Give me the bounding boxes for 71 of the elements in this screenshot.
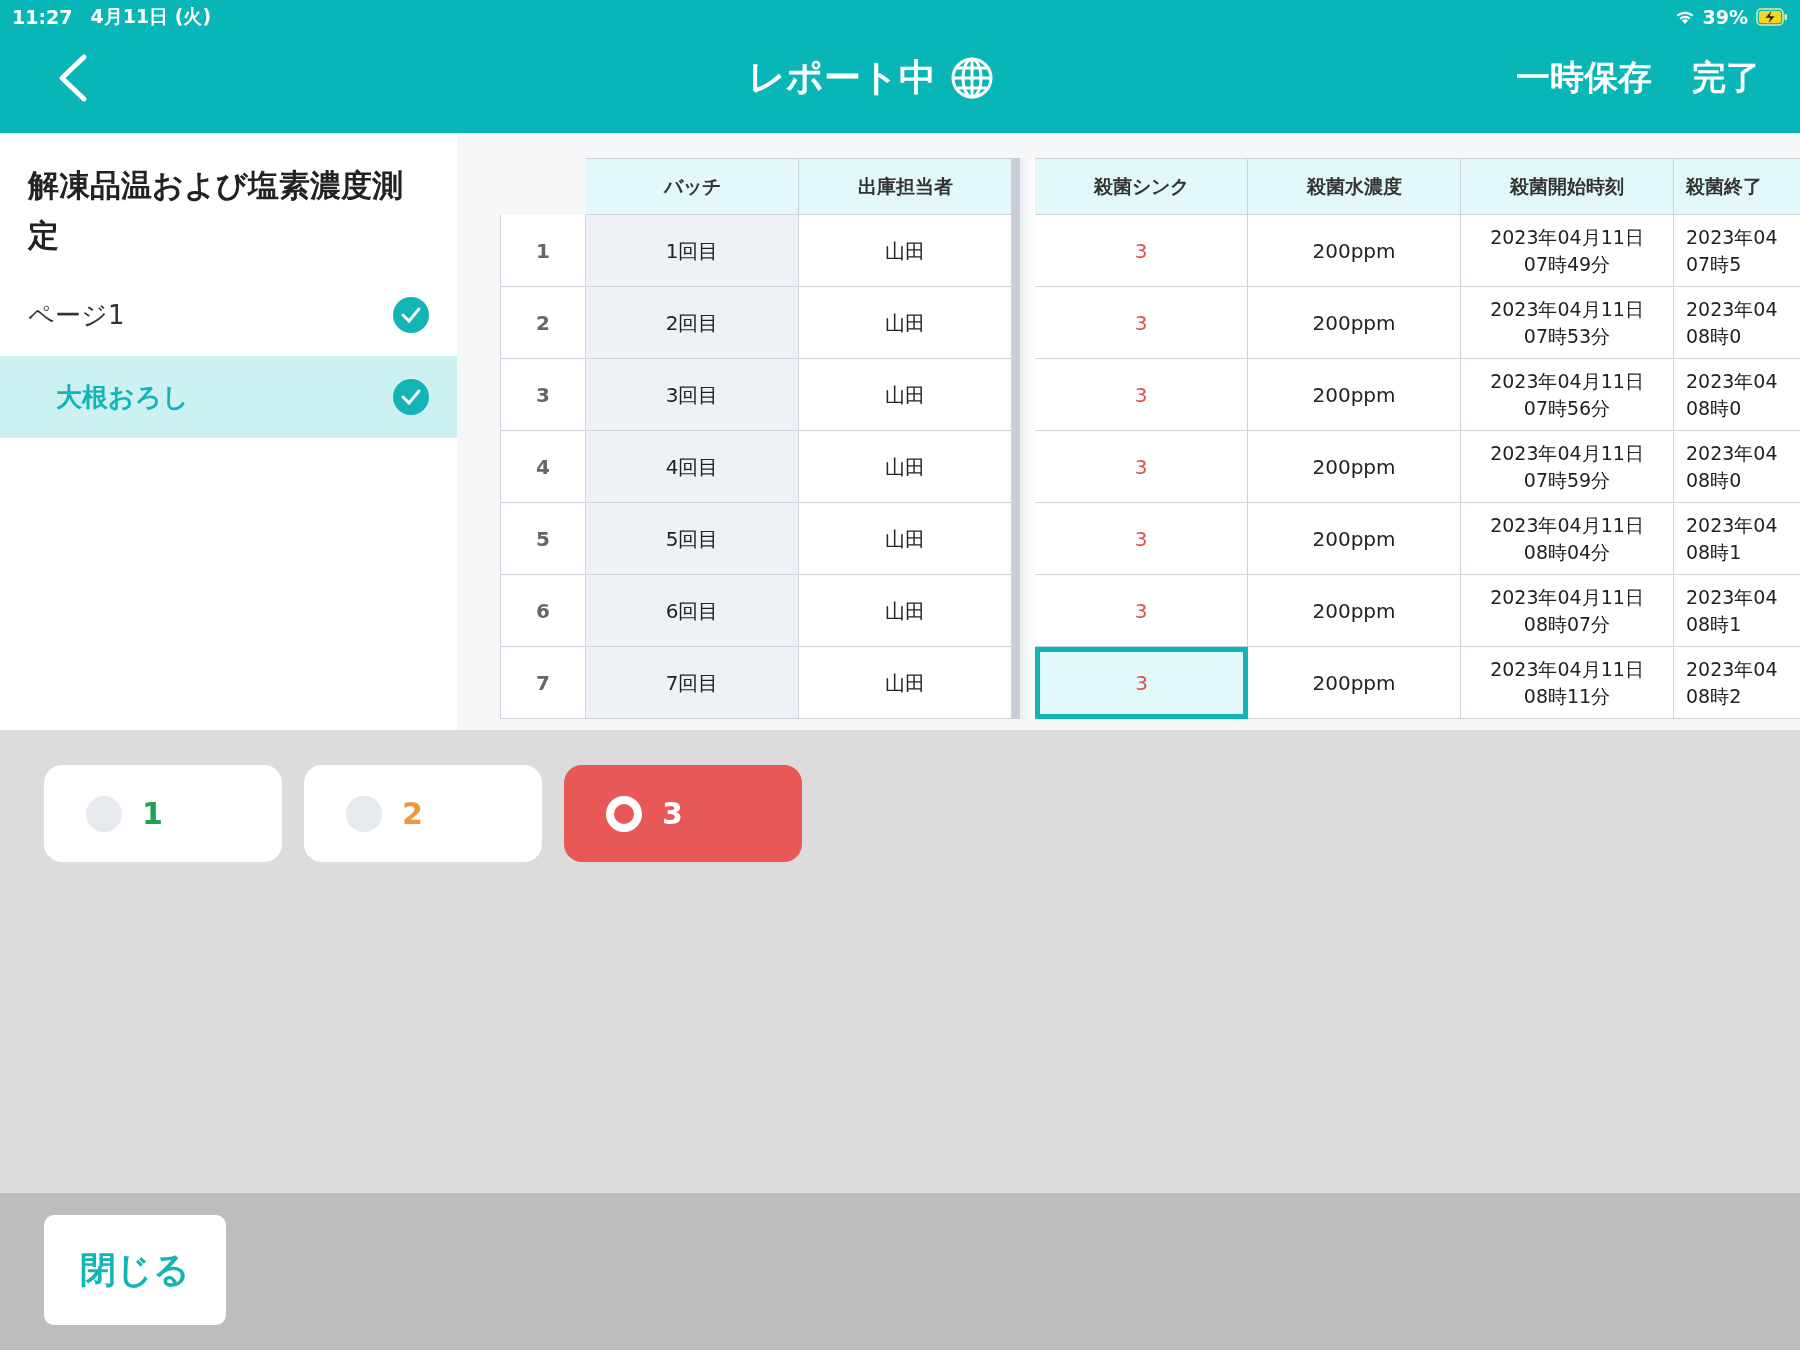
row-number: 4 — [500, 431, 586, 503]
table-cell: 2023年04 08時1 — [1674, 575, 1800, 647]
table-cell: 山田 — [799, 647, 1012, 719]
table-cell: 200ppm — [1248, 287, 1461, 359]
header-action-button[interactable]: 完了 — [1692, 54, 1760, 101]
table-cell: 2023年04 08時0 — [1674, 431, 1800, 503]
table-cell: 山田 — [799, 287, 1012, 359]
option-button[interactable]: 3 — [564, 765, 802, 862]
header-action-button[interactable]: 一時保存 — [1516, 54, 1652, 101]
column-header: 殺菌水濃度 — [1248, 158, 1461, 215]
table-cell: 2023年04 08時0 — [1674, 287, 1800, 359]
table-cell: 200ppm — [1248, 215, 1461, 287]
option-button[interactable]: 2 — [304, 765, 542, 862]
row-number: 3 — [500, 359, 586, 431]
column-header: 殺菌開始時刻 — [1461, 158, 1674, 215]
close-button[interactable]: 閉じる — [44, 1215, 226, 1325]
column-header: バッチ — [586, 158, 799, 215]
table-cell: 山田 — [799, 431, 1012, 503]
table-cell: 7回目 — [586, 647, 799, 719]
table-cell: 5回目 — [586, 503, 799, 575]
status-date: 4月11日 (火) — [90, 4, 212, 29]
table-cell: 200ppm — [1248, 431, 1461, 503]
battery-charging-icon — [1756, 8, 1788, 26]
table-cell: 2023年04月11日 08時07分 — [1461, 575, 1674, 647]
table-cell: 2023年04 08時2 — [1674, 647, 1800, 719]
table-cell: 山田 — [799, 503, 1012, 575]
row-number: 5 — [500, 503, 586, 575]
table-cell: 200ppm — [1248, 647, 1461, 719]
column-header: 出庫担当者 — [799, 158, 1012, 215]
table-cell[interactable]: 3 — [1035, 287, 1248, 359]
table-cell: 2回目 — [586, 287, 799, 359]
table-cell: 山田 — [799, 575, 1012, 647]
table-cell: 2023年04月11日 07時56分 — [1461, 359, 1674, 431]
table-cell[interactable]: 3 — [1035, 647, 1248, 719]
row-number: 7 — [500, 647, 586, 719]
globe-icon[interactable] — [950, 55, 994, 100]
table-cell: 3回目 — [586, 359, 799, 431]
option-button[interactable]: 1 — [44, 765, 282, 862]
table-cell: 2023年04 07時5 — [1674, 215, 1800, 287]
battery-percent: 39% — [1702, 6, 1748, 28]
table-cell[interactable]: 3 — [1035, 215, 1248, 287]
table-cell[interactable]: 3 — [1035, 359, 1248, 431]
column-header: 殺菌終了 — [1674, 158, 1800, 215]
row-number: 2 — [500, 287, 586, 359]
table-cell: 2023年04月11日 07時49分 — [1461, 215, 1674, 287]
table-cell: 200ppm — [1248, 503, 1461, 575]
table-cell: 2023年04 08時1 — [1674, 503, 1800, 575]
column-header: 殺菌シンク — [1035, 158, 1248, 215]
section-item[interactable]: 大根おろし — [0, 356, 457, 439]
row-number: 1 — [500, 215, 586, 287]
table-cell: 2023年04月11日 08時04分 — [1461, 503, 1674, 575]
status-time: 11:27 — [12, 6, 73, 28]
report-title: 解凍品温および塩素濃度測定 — [26, 166, 404, 255]
table-cell: 2023年04月11日 07時59分 — [1461, 431, 1674, 503]
table-cell: 山田 — [799, 359, 1012, 431]
table-cell: 6回目 — [586, 575, 799, 647]
row-number: 6 — [500, 575, 586, 647]
table-cell: 1回目 — [586, 215, 799, 287]
table-cell: 4回目 — [586, 431, 799, 503]
table-cell: 山田 — [799, 215, 1012, 287]
table-cell[interactable]: 3 — [1035, 503, 1248, 575]
page-item[interactable]: ページ1 — [0, 274, 457, 357]
table-cell[interactable]: 3 — [1035, 575, 1248, 647]
table-cell: 200ppm — [1248, 575, 1461, 647]
table-cell: 200ppm — [1248, 359, 1461, 431]
table-cell: 2023年04月11日 08時11分 — [1461, 647, 1674, 719]
table-cell: 2023年04 08時0 — [1674, 359, 1800, 431]
table-cell: 2023年04月11日 07時53分 — [1461, 287, 1674, 359]
table-cell[interactable]: 3 — [1035, 431, 1248, 503]
page-title: レポート中 — [748, 54, 936, 101]
wifi-icon — [1674, 9, 1695, 25]
